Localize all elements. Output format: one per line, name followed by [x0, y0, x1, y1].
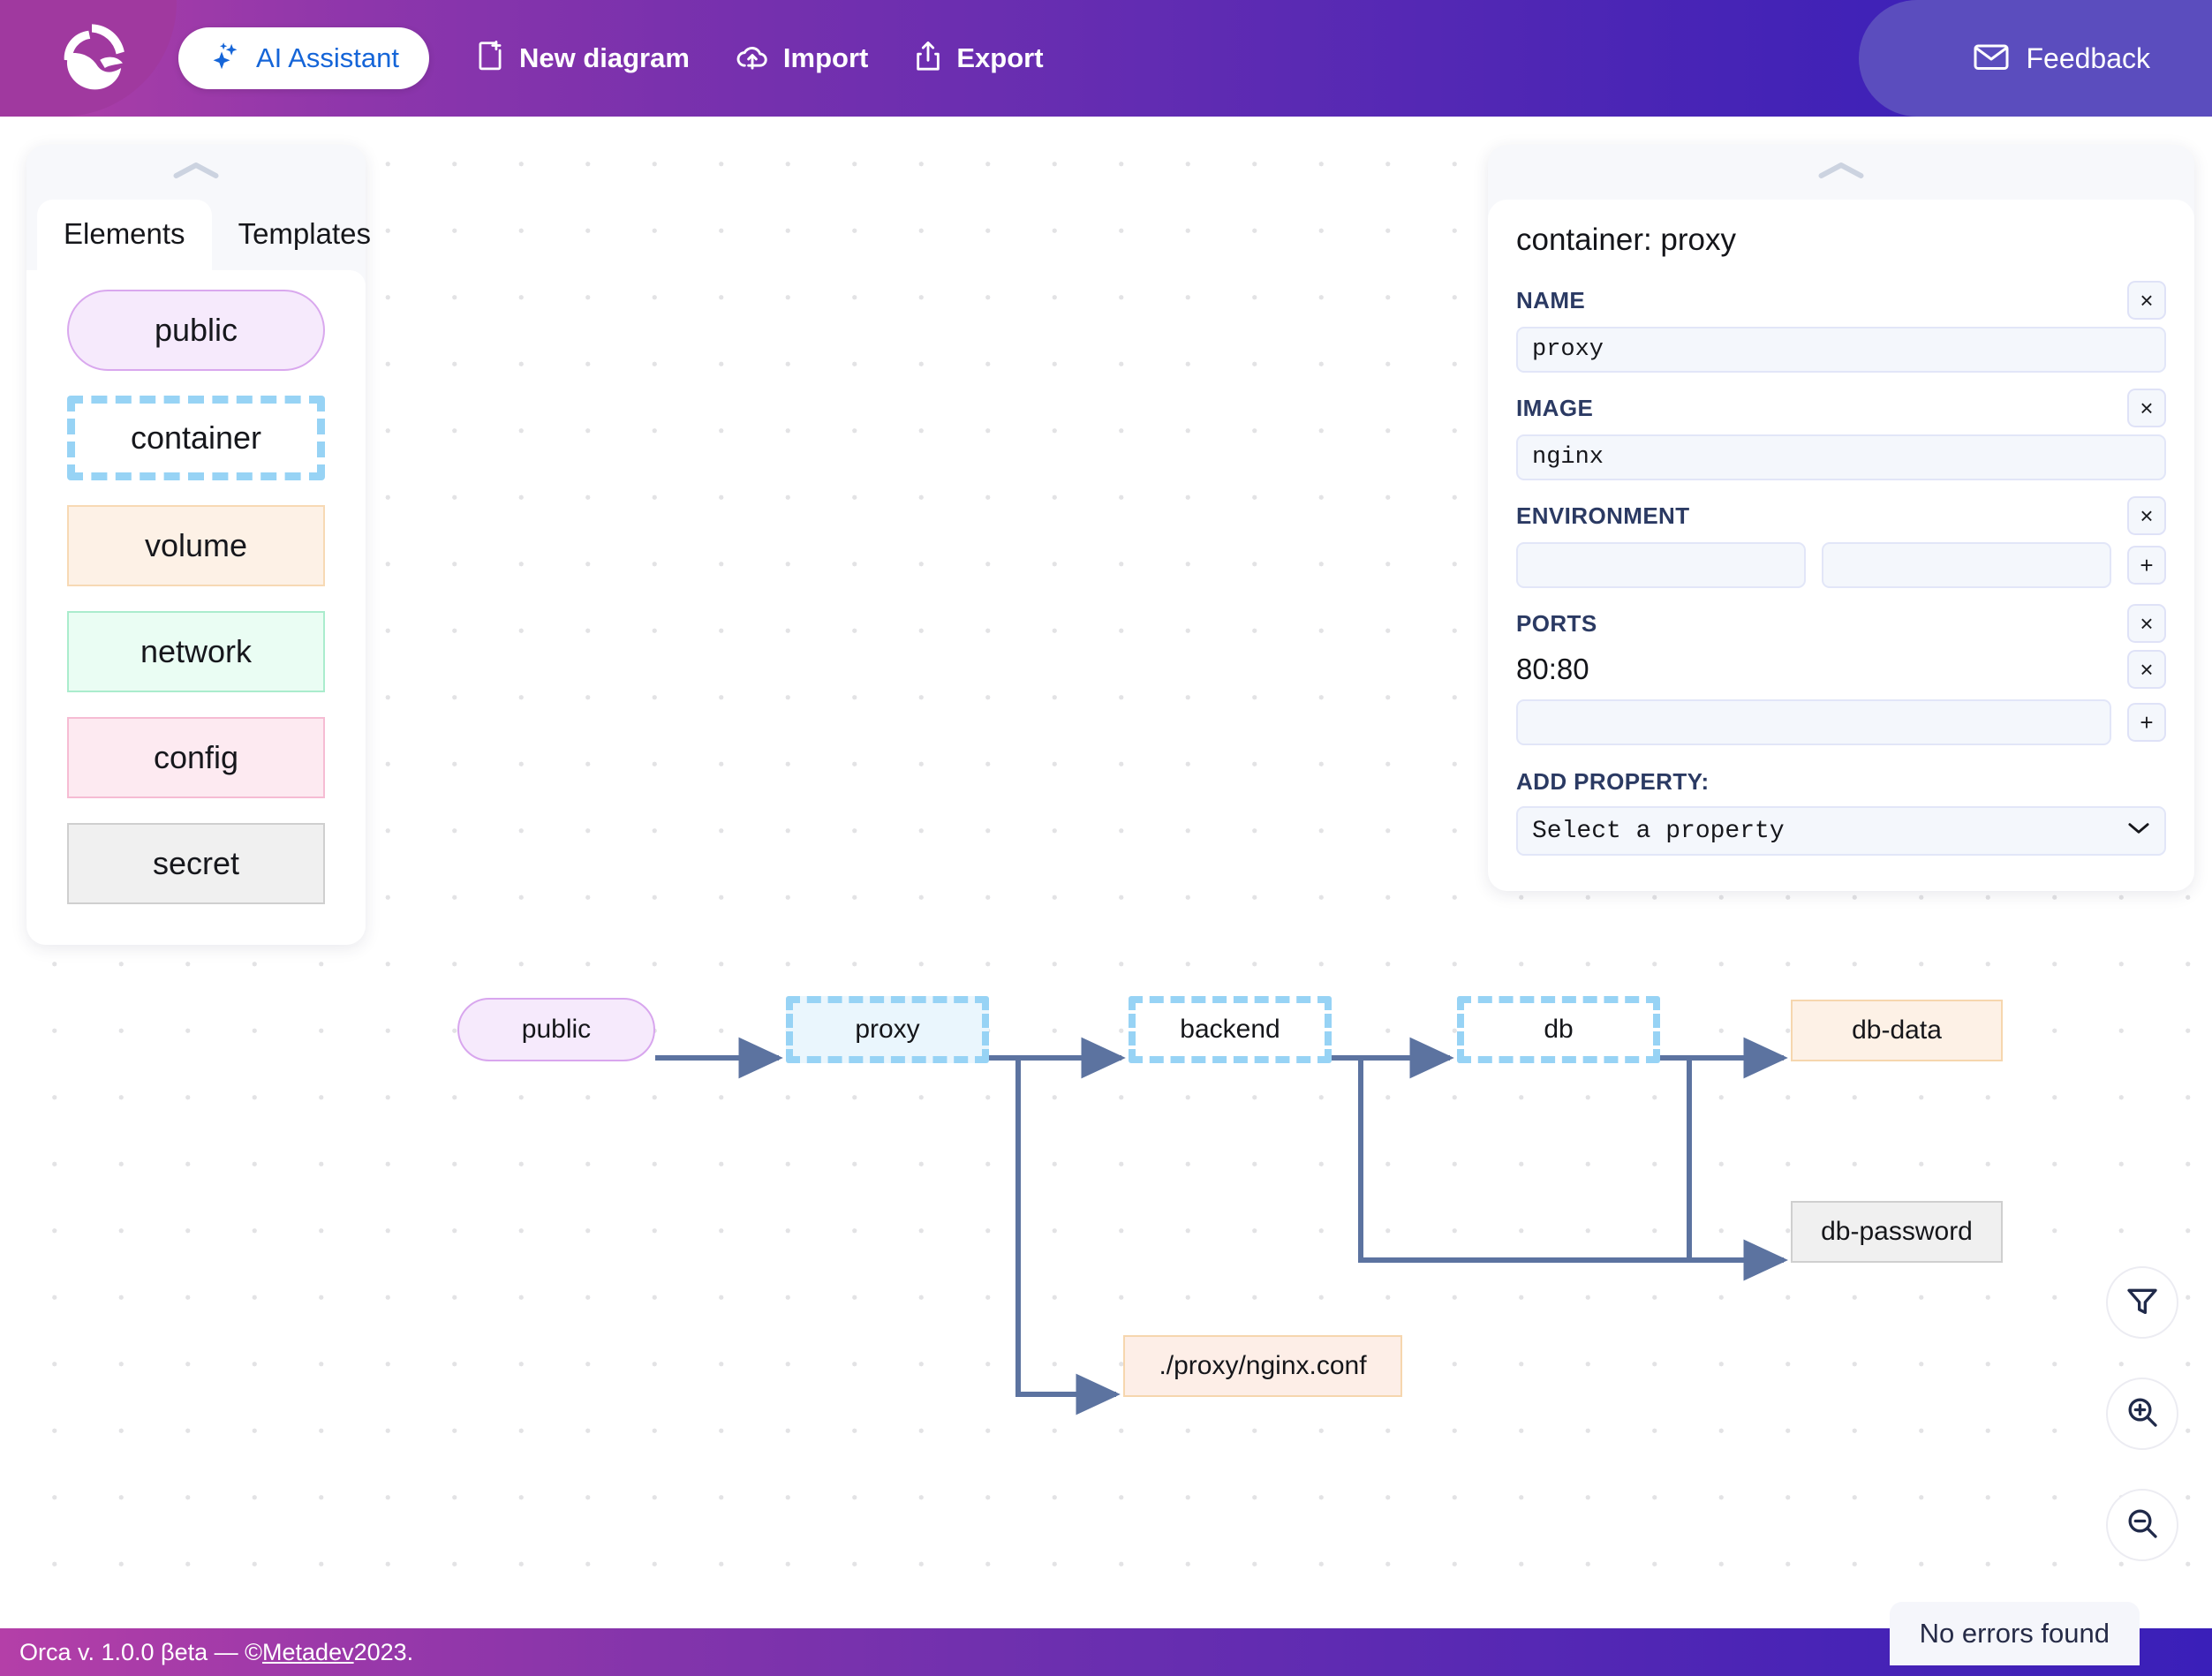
zoom-in-button[interactable]	[2106, 1378, 2178, 1450]
envelope-icon	[1973, 42, 2010, 76]
elements-list: public container volume network config s…	[26, 270, 366, 945]
node-public[interactable]: public	[457, 998, 655, 1061]
tab-elements[interactable]: Elements	[37, 200, 212, 270]
feedback-button[interactable]: Feedback	[1973, 0, 2150, 117]
image-input[interactable]	[1516, 434, 2166, 480]
ports-value: 80:80	[1516, 653, 1589, 685]
element-secret[interactable]: secret	[67, 823, 325, 904]
remove-ports-button[interactable]: ×	[2127, 604, 2166, 643]
footer-link-metadev[interactable]: Metadev	[262, 1639, 354, 1666]
status-badge: No errors found	[1889, 1602, 2140, 1665]
app-root: AI Assistant New diagram Import Export F…	[0, 0, 2212, 1676]
remove-name-button[interactable]: ×	[2127, 281, 2166, 320]
ai-assistant-label: AI Assistant	[256, 42, 399, 73]
left-panel-collapse-toggle[interactable]	[26, 145, 366, 200]
new-diagram-label: New diagram	[518, 42, 690, 73]
property-row-ports: PORTS ×	[1516, 604, 2166, 643]
export-label: Export	[956, 42, 1044, 73]
chevron-up-icon	[1817, 159, 1865, 186]
ports-add-row: +	[1516, 699, 2166, 745]
sparkles-icon	[208, 40, 242, 78]
properties-title: container: proxy	[1516, 223, 1737, 257]
property-label-ports: PORTS	[1516, 609, 1597, 637]
ai-assistant-button[interactable]: AI Assistant	[178, 27, 429, 89]
environment-value-input[interactable]	[1822, 542, 2111, 588]
node-db[interactable]: db	[1457, 996, 1660, 1063]
properties-body: container: proxy NAME × IMAGE × ENVIRONM…	[1488, 200, 2194, 891]
node-proxy[interactable]: proxy	[786, 996, 989, 1063]
environment-key-input[interactable]	[1516, 542, 1806, 588]
panel-tabs: Elements Templates	[26, 200, 371, 270]
box-arrow-up-icon	[914, 41, 942, 76]
zoom-in-icon	[2125, 1394, 2160, 1434]
name-input[interactable]	[1516, 327, 2166, 373]
zoom-out-icon	[2125, 1506, 2160, 1545]
property-label-name: NAME	[1516, 286, 1586, 313]
remove-port-entry-button[interactable]: ×	[2127, 650, 2166, 689]
remove-image-button[interactable]: ×	[2127, 389, 2166, 427]
add-port-button[interactable]: +	[2127, 703, 2166, 742]
add-property-label: ADD PROPERTY:	[1516, 768, 1710, 795]
right-panel-collapse-toggle[interactable]	[1488, 145, 2194, 200]
app-header: AI Assistant New diagram Import Export F…	[0, 0, 2212, 117]
element-volume[interactable]: volume	[67, 505, 325, 586]
footer-suffix: 2023.	[353, 1638, 414, 1665]
node-backend[interactable]: backend	[1129, 996, 1332, 1063]
element-config[interactable]: config	[67, 717, 325, 798]
add-environment-button[interactable]: +	[2127, 546, 2166, 585]
zoom-out-button[interactable]	[2106, 1489, 2178, 1561]
add-property-select-wrap: Select a property	[1516, 806, 2166, 856]
node-db-password[interactable]: db-password	[1791, 1201, 2003, 1263]
property-row-image: IMAGE ×	[1516, 389, 2166, 427]
property-row-environment: ENVIRONMENT ×	[1516, 496, 2166, 535]
new-diagram-button[interactable]: New diagram	[475, 40, 690, 77]
filter-button[interactable]	[2106, 1266, 2178, 1339]
chevron-up-icon	[172, 159, 220, 186]
add-property-select[interactable]: Select a property	[1516, 806, 2166, 856]
ports-new-input[interactable]	[1516, 699, 2111, 745]
tab-templates[interactable]: Templates	[212, 200, 397, 270]
cloud-upload-icon	[736, 42, 769, 75]
property-row-name: NAME ×	[1516, 281, 2166, 320]
file-plus-icon	[475, 40, 505, 77]
node-db-data[interactable]: db-data	[1791, 1000, 2003, 1061]
footer-prefix: Orca v. 1.0.0 βeta — ©	[19, 1638, 263, 1665]
element-network[interactable]: network	[67, 611, 325, 692]
properties-panel: container: proxy NAME × IMAGE × ENVIRONM…	[1488, 145, 2194, 891]
element-public[interactable]: public	[67, 290, 325, 371]
ports-value-row: 80:80 ×	[1516, 650, 2166, 689]
property-label-environment: ENVIRONMENT	[1516, 502, 1690, 529]
orca-logo-icon[interactable]	[51, 18, 132, 99]
property-label-image: IMAGE	[1516, 394, 1594, 421]
element-container[interactable]: container	[67, 396, 325, 480]
node-nginx-conf[interactable]: ./proxy/nginx.conf	[1123, 1335, 1402, 1397]
elements-panel: Elements Templates public container volu…	[26, 145, 371, 945]
export-button[interactable]: Export	[914, 41, 1044, 76]
remove-environment-button[interactable]: ×	[2127, 496, 2166, 535]
app-footer: Orca v. 1.0.0 βeta — © Metadev 2023.	[0, 1628, 2212, 1676]
feedback-label: Feedback	[2026, 42, 2150, 74]
import-button[interactable]: Import	[736, 42, 868, 75]
import-label: Import	[782, 42, 869, 73]
environment-entry-row: +	[1516, 542, 2166, 588]
filter-icon	[2125, 1283, 2160, 1323]
